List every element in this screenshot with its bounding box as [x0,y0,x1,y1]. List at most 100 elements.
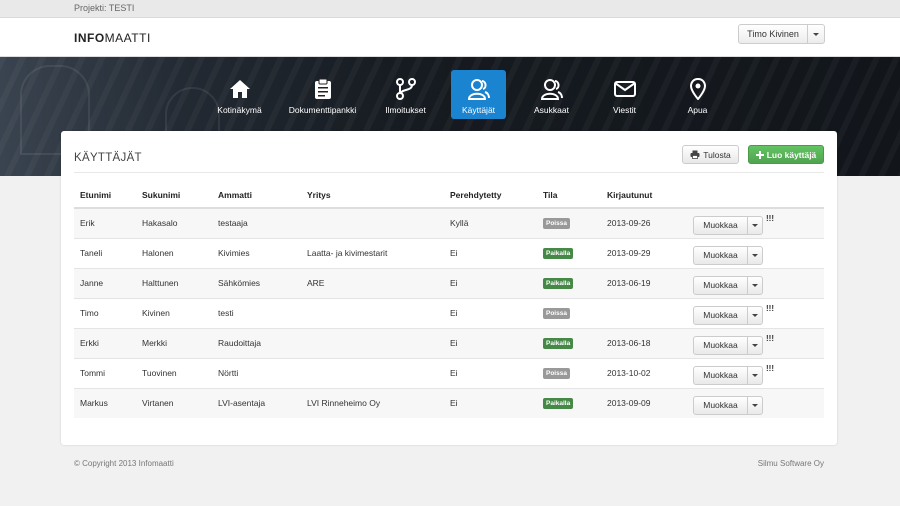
cell-last-login: 2013-10-02 [601,357,687,388]
cell-first-name: Tommi [74,357,136,388]
nav-label: Asukkaat [534,105,569,115]
status-badge: Paikalla [543,338,574,349]
status-badge: Paikalla [543,398,574,410]
edit-dropdown-toggle[interactable] [748,337,762,354]
column-header[interactable]: Sukunimi [136,183,212,209]
cell-company: LVI Rinneheimo Oy [301,387,444,418]
edit-dropdown-toggle[interactable] [748,247,762,264]
edit-button[interactable]: Muokkaa [694,307,748,324]
status-badge: Paikalla [543,278,574,289]
print-button[interactable]: Tulosta [682,145,739,164]
plus-icon [755,150,764,159]
cell-occupation: LVI-asentaja [212,387,301,418]
cell-actions: Muokkaa!!! [687,207,824,238]
nav-item-help[interactable]: Apua [670,70,725,119]
create-user-button[interactable]: Luo käyttäjä [748,145,824,164]
edit-split-button: Muokkaa [693,396,763,416]
edit-button[interactable]: Muokkaa [694,337,748,354]
project-bar: Projekti: TESTI [0,0,900,18]
cell-trained: Kyllä [444,207,537,238]
map-pin-icon [689,78,706,100]
cell-actions: Muokkaa [687,387,824,418]
edit-button[interactable]: Muokkaa [694,277,748,294]
nav-label: Dokumenttipankki [288,105,357,115]
edit-dropdown-toggle[interactable] [748,217,762,234]
cell-last-login: 2013-09-09 [601,387,687,418]
cell-first-name: Janne [74,267,136,298]
warning-indicator: !!! [766,304,774,313]
column-header[interactable]: Perehdytetty [444,183,537,209]
table-row: Timo Kivinen testi Ei Poissa Muokkaa!!! [74,297,824,328]
column-header[interactable]: Kirjautunut [601,183,687,209]
users-table: Etunimi Sukunimi Ammatti Yritys Perehdyt… [74,183,824,418]
page-title: KÄYTTÄJÄT [74,152,142,164]
chevron-down-icon [752,344,758,347]
cell-trained: Ei [444,327,537,358]
chevron-down-icon [752,314,758,317]
cell-first-name: Erkki [74,327,136,358]
edit-dropdown-toggle[interactable] [748,367,762,384]
warning-indicator: !!! [766,334,774,343]
nav-label: Ilmoitukset [385,105,426,115]
cell-status: Poissa [537,207,601,238]
project-label: Projekti: TESTI [74,3,135,13]
cell-last-login: 2013-09-26 [601,207,687,238]
logo[interactable]: INFOMAATTI [74,31,151,45]
column-header-actions [687,183,824,209]
user-menu-toggle[interactable] [808,25,824,43]
envelope-icon [613,81,636,97]
edit-button[interactable]: Muokkaa [694,247,748,264]
cell-company [301,327,444,358]
user-name[interactable]: Timo Kivinen [739,25,808,43]
clipboard-icon [314,78,331,99]
column-header[interactable]: Yritys [301,183,444,209]
cell-company [301,357,444,388]
chevron-down-icon [752,254,758,257]
home-icon [229,80,250,98]
chevron-down-icon [752,224,758,228]
cell-last-name: Halttunen [136,267,212,298]
users-icon [467,79,490,100]
column-header[interactable]: Etunimi [74,183,136,209]
nav-item-notifications[interactable]: Ilmoitukset [378,70,433,119]
cell-first-name: Markus [74,387,136,418]
cell-trained: Ei [444,357,537,388]
cell-company [301,297,444,328]
cell-trained: Ei [444,267,537,298]
status-badge: Poissa [543,368,570,379]
print-label: Tulosta [703,149,731,160]
residents-icon [540,79,563,100]
nav-item-messages[interactable]: Viestit [597,70,652,119]
chevron-down-icon [813,32,819,36]
copyright: © Copyright 2013 Infomaatti [74,459,174,468]
chevron-down-icon [752,284,758,287]
edit-button[interactable]: Muokkaa [694,367,748,384]
edit-dropdown-toggle[interactable] [748,307,762,324]
nav-item-home[interactable]: Kotinäkymä [212,70,267,119]
cell-actions: Muokkaa [687,237,824,268]
cell-actions: Muokkaa!!! [687,327,824,358]
cell-occupation: Nörtti [212,357,301,388]
table-header-row: Etunimi Sukunimi Ammatti Yritys Perehdyt… [74,183,824,209]
column-header[interactable]: Tila [537,183,601,209]
warning-indicator: !!! [766,214,774,224]
nav-item-residents[interactable]: Asukkaat [524,70,579,119]
nav-item-users[interactable]: Käyttäjät [451,70,506,119]
edit-dropdown-toggle[interactable] [748,277,762,294]
users-card: KÄYTTÄJÄT Tulosta Luo käyttäjä Etunimi S… [61,131,837,445]
table-row: Tommi Tuovinen Nörtti Ei Poissa 2013-10-02 Muo… [74,357,824,388]
user-menu-button[interactable]: Timo Kivinen [738,24,825,44]
cell-company: Laatta- ja kivimestarit [301,237,444,268]
column-header[interactable]: Ammatti [212,183,301,209]
edit-split-button: Muokkaa [693,336,763,355]
cell-last-name: Hakasalo [136,207,212,238]
edit-split-button: Muokkaa [693,276,763,295]
nav-item-documents[interactable]: Dokumenttipankki [285,70,360,119]
edit-dropdown-toggle[interactable] [748,397,762,414]
logo-light: MAATTI [104,31,151,45]
cell-first-name: Taneli [74,237,136,268]
cell-last-name: Merkki [136,327,212,358]
edit-button[interactable]: Muokkaa [694,397,748,415]
branch-icon [395,78,416,100]
edit-button[interactable]: Muokkaa [694,217,748,235]
